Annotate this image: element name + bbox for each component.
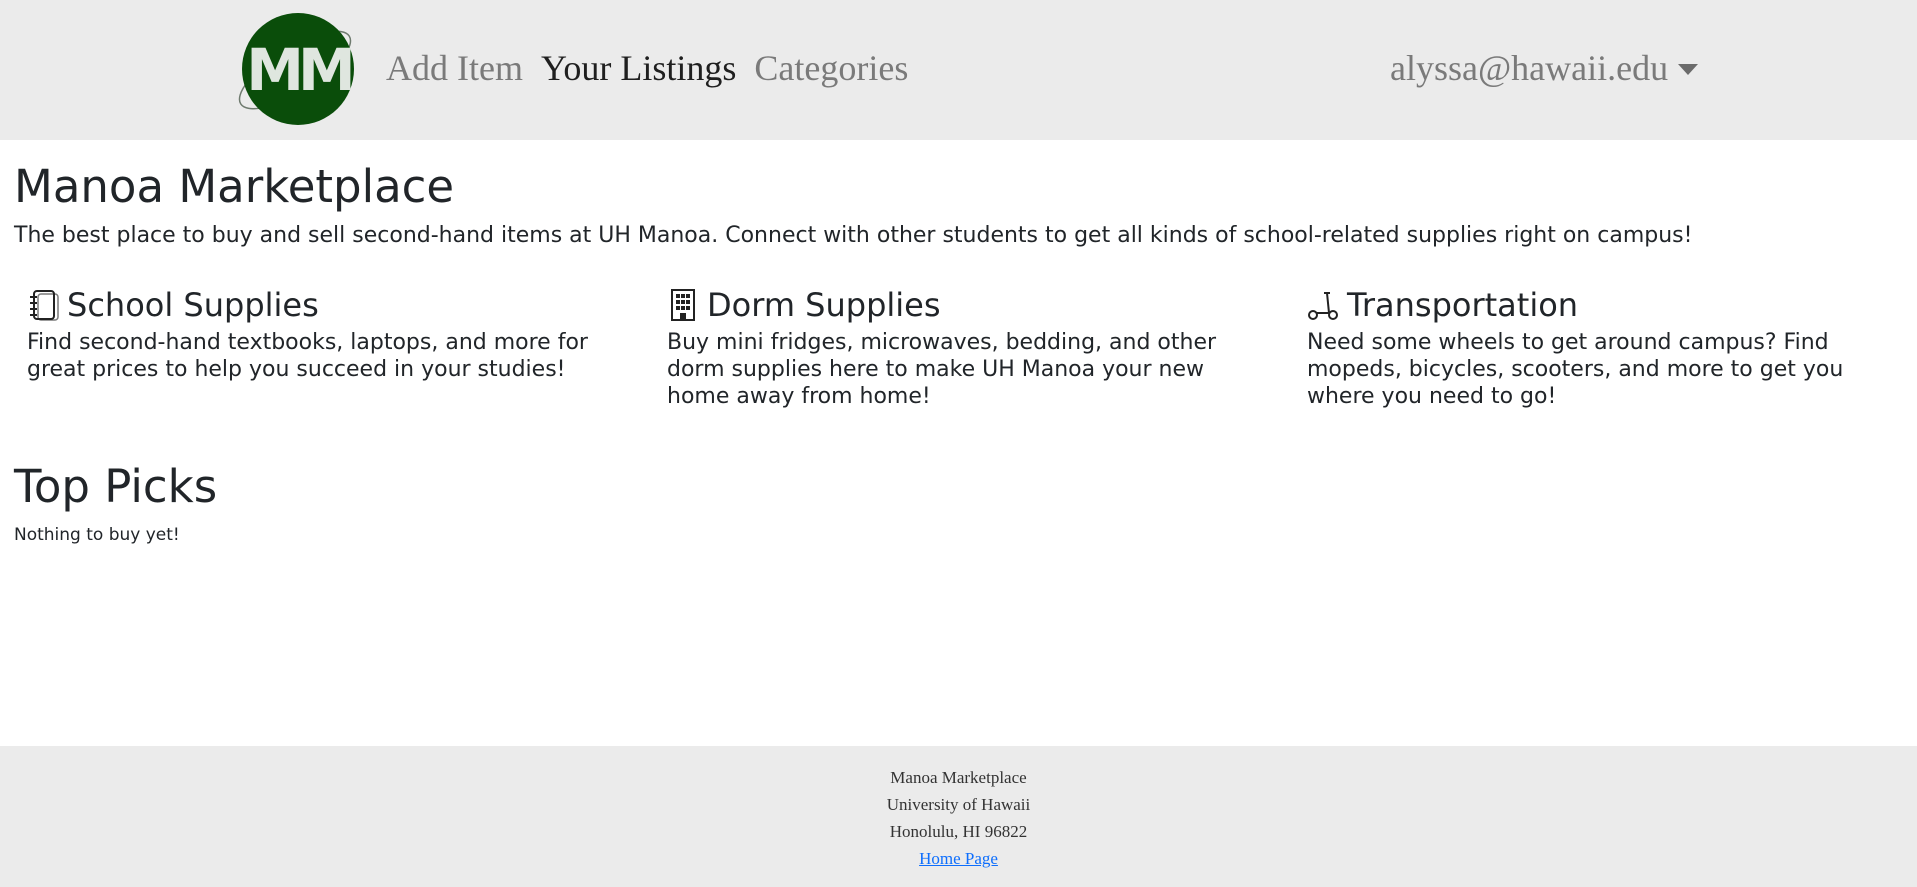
feature-text: Need some wheels to get around campus? F…	[1307, 330, 1844, 409]
notebook-icon	[30, 290, 59, 321]
feature-transportation: Transportation Need some wheels to get a…	[1307, 285, 1907, 410]
feature-heading: Dorm Supplies	[667, 285, 1267, 325]
feature-dorm-supplies: Dorm Supplies Buy mini fridges, microwav…	[667, 285, 1267, 410]
page-title: Manoa Marketplace	[14, 160, 455, 213]
feature-text: Buy mini fridges, microwaves, bedding, a…	[667, 330, 1217, 409]
user-dropdown[interactable]: alyssa@hawaii.edu	[1390, 44, 1699, 92]
page-subtitle: The best place to buy and sell second-ha…	[14, 223, 1693, 248]
nav-links: Add Item Your Listings Categories	[386, 44, 908, 92]
chevron-down-icon	[1678, 63, 1699, 75]
feature-title: School Supplies	[67, 286, 319, 324]
scooter-icon	[1308, 292, 1338, 320]
home-page-link[interactable]: Home Page	[919, 849, 998, 868]
svg-text:MM: MM	[246, 36, 351, 104]
nav-categories[interactable]: Categories	[754, 44, 908, 92]
empty-message: Nothing to buy yet!	[14, 525, 180, 545]
footer: Manoa Marketplace University of Hawaii H…	[0, 746, 1917, 887]
user-email: alyssa@hawaii.edu	[1390, 48, 1669, 88]
top-picks-heading: Top Picks	[14, 460, 218, 513]
footer-line-address: Honolulu, HI 96822	[889, 822, 1028, 841]
footer-line-university: University of Hawaii	[886, 795, 1031, 814]
feature-heading: Transportation	[1307, 285, 1907, 325]
feature-text: Find second-hand textbooks, laptops, and…	[27, 330, 588, 382]
nav-add-item[interactable]: Add Item	[386, 44, 523, 92]
footer-line-name: Manoa Marketplace	[890, 768, 1027, 787]
nav-your-listings[interactable]: Your Listings	[541, 44, 736, 92]
navbar: MM Add Item Your Listings Categories aly…	[0, 0, 1917, 140]
feature-title: Transportation	[1347, 286, 1579, 324]
marketplace-logo[interactable]: MM	[228, 12, 362, 128]
feature-heading: School Supplies	[27, 285, 627, 325]
feature-title: Dorm Supplies	[707, 286, 941, 324]
feature-school-supplies: School Supplies Find second-hand textboo…	[27, 285, 627, 383]
building-icon	[671, 289, 695, 321]
